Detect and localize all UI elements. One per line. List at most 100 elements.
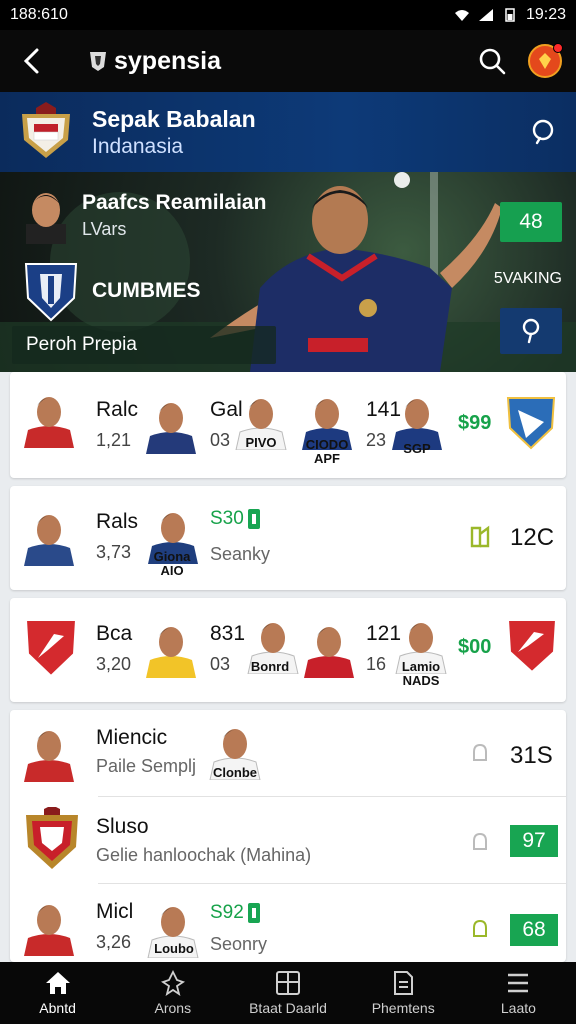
player-caption: Clonbe <box>212 765 258 780</box>
team-name: Micl <box>96 900 134 923</box>
app-screen: 188:610 19:23 sypensia Sepak Babalan Ind… <box>0 0 576 1024</box>
nav-item-menu[interactable]: Laato <box>461 962 576 1024</box>
featured-club-row[interactable]: CUMBMES <box>22 258 201 324</box>
team-value: 1,21 <box>96 430 132 450</box>
player-photo <box>146 627 196 678</box>
team-name: Bca <box>96 622 133 645</box>
menu-icon <box>508 973 529 993</box>
nav-label: Arons <box>154 1000 192 1016</box>
player-photo <box>24 731 74 782</box>
featured-club-name: CUMBMES <box>92 279 201 302</box>
top-app-bar: sypensia <box>0 30 576 92</box>
player-photo <box>24 905 74 956</box>
back-button[interactable] <box>0 30 64 92</box>
match-card[interactable]: Rals 3,73 Giona AIO S30 Seanky 12C <box>10 486 566 590</box>
brand-logo-icon <box>90 52 106 71</box>
player-photo <box>24 397 74 448</box>
pin-icon <box>522 318 540 344</box>
ranking-label: 5VAKING <box>493 270 562 287</box>
club-shield-icon <box>506 619 558 674</box>
match-card[interactable]: Bca 3,20 831 03 Bonrd 121 16 Lamio NADS … <box>10 598 566 702</box>
bell-icon[interactable] <box>470 742 490 766</box>
featured-hero[interactable]: Paafcs Reamilaian LVars CUMBMES 48 5VAKI… <box>0 172 576 372</box>
document-icon <box>394 971 414 995</box>
stat-bottom: 16 <box>366 654 387 674</box>
club-crest-icon <box>26 807 78 869</box>
tree-icon <box>160 970 185 996</box>
nav-label: Abntd <box>39 1000 76 1016</box>
player-caption: Lamio NADS <box>401 659 441 688</box>
wifi-icon <box>454 10 469 21</box>
nav-item-arons[interactable]: Arons <box>115 962 230 1024</box>
list-item[interactable]: Sluso Gelie hanloochak (Mahina) 97 <box>10 797 566 883</box>
nav-item-home[interactable]: Abntd <box>0 962 115 1024</box>
search-icon[interactable] <box>530 118 556 146</box>
featured-caption: Peroh Prepia <box>12 326 276 364</box>
status-time-left: 188:610 <box>10 6 68 23</box>
brand-name: sypensia <box>114 46 222 75</box>
team-name: Rals <box>96 510 139 533</box>
battery-icon <box>505 8 515 22</box>
bell-icon[interactable] <box>470 831 490 855</box>
lock-icon[interactable] <box>468 524 490 550</box>
score-badge[interactable]: 97 <box>510 825 558 857</box>
coin-icon <box>247 903 260 923</box>
player-photo <box>26 193 66 244</box>
player-photo <box>24 515 74 566</box>
team-name: Miencic <box>96 726 168 749</box>
team-name: Ralc <box>96 398 139 421</box>
player-photo <box>146 403 196 454</box>
home-icon <box>45 972 70 994</box>
stat-top: 831 <box>210 622 246 645</box>
bottom-navigation: Abntd Arons Btaat Daarld Phemtens Laato <box>0 962 576 1024</box>
featured-player-row[interactable]: Paafcs Reamilaian LVars <box>22 186 266 244</box>
nav-item-documents[interactable]: Phemtens <box>346 962 461 1024</box>
location-pin-button[interactable] <box>500 308 562 354</box>
team-value: 3,20 <box>96 654 132 674</box>
player-photo <box>304 627 354 678</box>
rating-value: 31S <box>510 742 553 769</box>
brand: sypensia <box>88 47 221 76</box>
club-emblem-icon <box>539 53 551 69</box>
club-shield-icon <box>24 619 78 678</box>
price-value: $00 <box>458 636 492 658</box>
club-shield-icon <box>506 397 556 450</box>
player-caption: SGP <box>403 441 431 456</box>
profile-avatar[interactable] <box>528 43 563 78</box>
featured-player-name: Paafcs Reamilaian <box>82 190 267 214</box>
stat-bottom: 23 <box>366 430 387 450</box>
board-icon <box>276 971 300 995</box>
team-value: 3,73 <box>96 542 132 562</box>
status-text: Seonry <box>210 934 268 954</box>
rating-value: 12C <box>510 524 555 551</box>
bell-icon[interactable] <box>470 918 490 942</box>
status-text: Seanky <box>210 544 271 564</box>
team-subtitle: Paile Semplj <box>96 756 197 776</box>
featured-score-badge[interactable]: 48 <box>500 202 562 242</box>
league-subtitle: Indanasia <box>92 134 184 158</box>
featured-player-sub: LVars <box>82 218 127 239</box>
nav-label: Phemtens <box>371 1000 435 1016</box>
league-title: Sepak Babalan <box>92 105 256 132</box>
player-caption: CIODO APF <box>305 437 349 466</box>
search-icon[interactable] <box>478 47 506 75</box>
player-caption: Giona AIO <box>153 549 191 578</box>
nav-label: Laato <box>500 1000 536 1016</box>
status-time-right: 19:23 <box>525 6 566 23</box>
score-badge[interactable]: 68 <box>510 914 558 946</box>
signal-icon <box>478 9 493 21</box>
player-caption: Bonrd <box>250 659 290 674</box>
nav-item-board[interactable]: Btaat Daarld <box>230 962 345 1024</box>
price-value: S30 <box>210 508 244 529</box>
chevron-left-icon <box>23 48 39 74</box>
team-value: 3,26 <box>96 932 132 952</box>
club-shield-icon <box>24 263 78 322</box>
player-caption: Loubo <box>154 941 194 956</box>
list-item[interactable]: Micl 3,26 Loubo S92 Seonry 68 <box>10 884 566 962</box>
status-bar: 188:610 19:23 <box>0 0 576 30</box>
nav-label: Btaat Daarld <box>249 1000 327 1016</box>
league-header: Sepak Babalan Indanasia <box>0 92 576 172</box>
match-card[interactable]: Ralc 1,21 Gal 03 PIVO CIODO APF 141 23 S… <box>10 372 566 478</box>
stat-bottom: 03 <box>210 430 231 450</box>
list-item[interactable]: Miencic Paile Semplj Clonbe 31S <box>10 710 566 796</box>
